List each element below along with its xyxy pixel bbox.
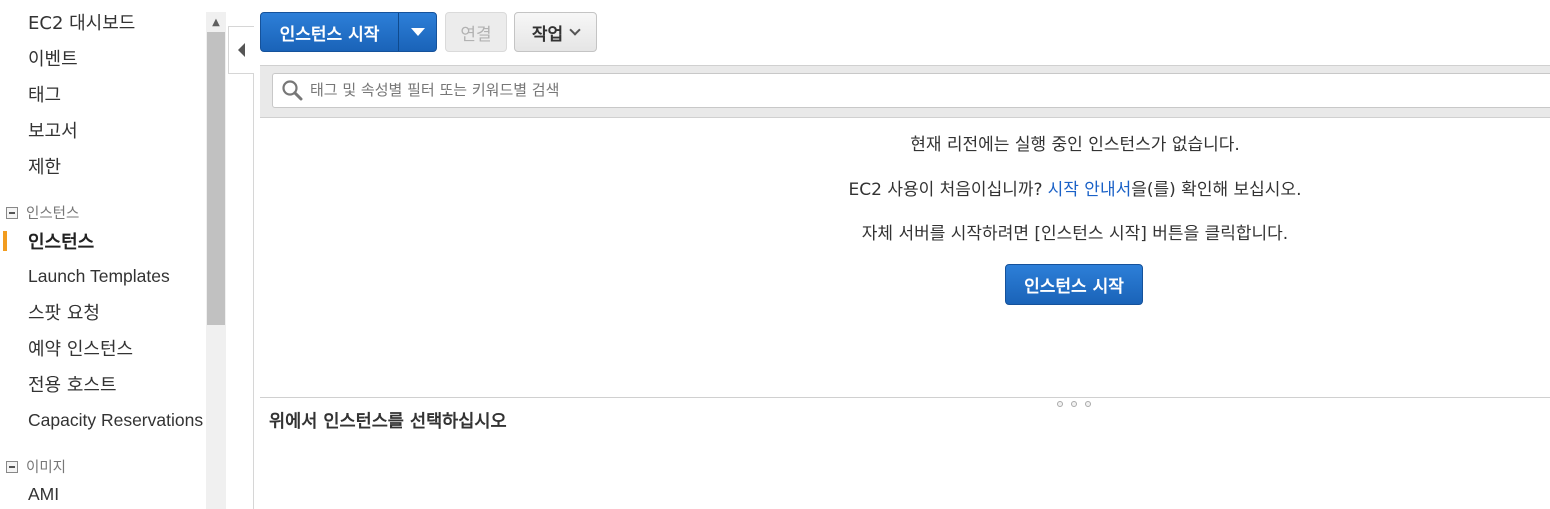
sidebar-section-label: 인스턴스 (26, 206, 80, 222)
details-pane-title: 위에서 인스턴스를 선택하십시오 (269, 412, 507, 432)
sidebar-nav: EC2 대시보드 이벤트 태그 보고서 제한 인스턴스 인스턴스 Launch … (0, 0, 206, 509)
drag-handle-icon[interactable] (1057, 401, 1091, 407)
sidebar-item-tags[interactable]: 태그 (28, 81, 61, 107)
sidebar-section-instances[interactable]: 인스턴스 (6, 202, 79, 223)
getting-started-guide-link[interactable]: 시작 안내서 (1048, 180, 1132, 200)
collapse-icon[interactable] (6, 460, 18, 473)
launch-options-dropdown[interactable] (399, 13, 436, 51)
sidebar-section-label: 이미지 (26, 460, 67, 476)
sidebar-item-ec2-dashboard[interactable]: EC2 대시보드 (28, 9, 135, 35)
getting-started-prefix: EC2 사용이 처음이십니까? (848, 180, 1043, 200)
scrollbar-thumb[interactable] (207, 32, 225, 325)
panel-divider (253, 74, 254, 509)
chevron-down-icon (569, 23, 581, 36)
sidebar-item-spot-requests[interactable]: 스팟 요청 (28, 299, 100, 325)
collapse-sidebar-button[interactable] (228, 26, 254, 74)
launch-instance-button[interactable]: 인스턴스 시작 (261, 13, 398, 51)
search-icon (282, 80, 303, 101)
collapse-icon[interactable] (6, 206, 18, 219)
sidebar-item-ami[interactable]: AMI (28, 484, 59, 505)
sidebar-item-dedicated-hosts[interactable]: 전용 호스트 (28, 371, 117, 397)
launch-instance-split-button: 인스턴스 시작 (260, 12, 437, 52)
active-indicator (3, 231, 7, 251)
actions-label: 작업 (531, 24, 564, 45)
actions-button[interactable]: 작업 (514, 12, 597, 52)
launch-hint-message: 자체 서버를 시작하려면 [인스턴스 시작] 버튼을 클릭합니다. (861, 224, 1289, 244)
scroll-up-arrow-icon[interactable]: ▲ (206, 12, 226, 32)
getting-started-suffix: 을(를) 확인해 보십시오. (1131, 180, 1302, 200)
no-instances-message: 현재 리전에는 실행 중인 인스턴스가 없습니다. (910, 135, 1240, 155)
search-input[interactable] (310, 76, 1510, 104)
sidebar-item-capacity-reservations[interactable]: Capacity Reservations (28, 410, 203, 431)
pane-splitter[interactable] (260, 397, 1550, 398)
sidebar-item-instances[interactable]: 인스턴스 (28, 228, 94, 254)
sidebar-item-launch-templates[interactable]: Launch Templates (28, 266, 170, 287)
sidebar-item-reserved-instances[interactable]: 예약 인스턴스 (28, 335, 133, 361)
connect-button[interactable]: 연결 (445, 12, 507, 52)
sidebar-item-events[interactable]: 이벤트 (28, 45, 78, 71)
launch-instance-button-center[interactable]: 인스턴스 시작 (1005, 264, 1143, 305)
sidebar-item-reports[interactable]: 보고서 (28, 117, 78, 143)
getting-started-message: EC2 사용이 처음이십니까? 시작 안내서을(를) 확인해 보십시오. (600, 175, 1550, 200)
sidebar-item-limits[interactable]: 제한 (28, 153, 61, 179)
sidebar-section-images[interactable]: 이미지 (6, 456, 66, 477)
chevron-left-icon (238, 43, 245, 57)
caret-down-icon (410, 28, 425, 36)
